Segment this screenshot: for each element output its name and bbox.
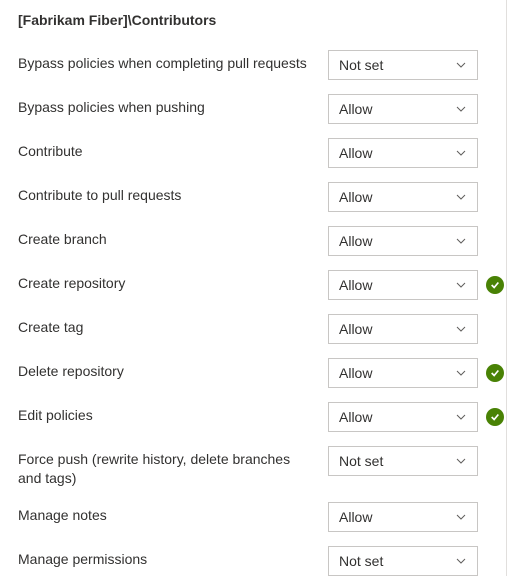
chevron-down-icon bbox=[455, 279, 467, 291]
chevron-down-icon bbox=[455, 367, 467, 379]
permission-value: Allow bbox=[339, 409, 372, 425]
chevron-down-icon bbox=[455, 455, 467, 467]
permission-value: Allow bbox=[339, 101, 372, 117]
chevron-down-icon bbox=[455, 411, 467, 423]
permission-row: Create branch Allow bbox=[18, 226, 517, 256]
permission-label: Manage notes bbox=[18, 502, 328, 525]
chevron-down-icon bbox=[455, 147, 467, 159]
permission-select[interactable]: Allow bbox=[328, 270, 478, 300]
chevron-down-icon bbox=[455, 511, 467, 523]
permission-select[interactable]: Allow bbox=[328, 182, 478, 212]
permission-label: Create branch bbox=[18, 226, 328, 249]
permission-select[interactable]: Not set bbox=[328, 546, 478, 576]
permission-value: Not set bbox=[339, 57, 383, 73]
permission-label: Bypass policies when pushing bbox=[18, 94, 328, 117]
permission-label: Bypass policies when completing pull req… bbox=[18, 50, 328, 73]
permission-value: Not set bbox=[339, 453, 383, 469]
permission-label: Contribute to pull requests bbox=[18, 182, 328, 205]
permission-row: Bypass policies when completing pull req… bbox=[18, 50, 517, 80]
permission-row: Contribute to pull requests Allow bbox=[18, 182, 517, 212]
inherited-check-icon bbox=[486, 364, 504, 382]
chevron-down-icon bbox=[455, 323, 467, 335]
permission-select[interactable]: Allow bbox=[328, 226, 478, 256]
permission-value: Allow bbox=[339, 509, 372, 525]
permission-row: Bypass policies when pushing Allow bbox=[18, 94, 517, 124]
inherited-check-icon bbox=[486, 276, 504, 294]
chevron-down-icon bbox=[455, 191, 467, 203]
permission-value: Allow bbox=[339, 189, 372, 205]
permission-select[interactable]: Not set bbox=[328, 446, 478, 476]
permission-value: Not set bbox=[339, 553, 383, 569]
permission-select[interactable]: Allow bbox=[328, 94, 478, 124]
permission-row: Contribute Allow bbox=[18, 138, 517, 168]
chevron-down-icon bbox=[455, 103, 467, 115]
permission-row: Edit policies Allow bbox=[18, 402, 517, 432]
permission-label: Manage permissions bbox=[18, 546, 328, 569]
divider-right bbox=[506, 0, 507, 576]
inherited-check-icon bbox=[486, 408, 504, 426]
permission-row: Force push (rewrite history, delete bran… bbox=[18, 446, 517, 488]
permission-label: Create repository bbox=[18, 270, 328, 293]
chevron-down-icon bbox=[455, 235, 467, 247]
panel-header: [Fabrikam Fiber]\Contributors bbox=[18, 12, 517, 28]
chevron-down-icon bbox=[455, 59, 467, 71]
permission-value: Allow bbox=[339, 321, 372, 337]
permission-select[interactable]: Not set bbox=[328, 50, 478, 80]
permission-label: Force push (rewrite history, delete bran… bbox=[18, 446, 328, 488]
permissions-panel: [Fabrikam Fiber]\Contributors Bypass pol… bbox=[0, 0, 517, 576]
permission-label: Create tag bbox=[18, 314, 328, 337]
permission-select[interactable]: Allow bbox=[328, 358, 478, 388]
permission-value: Allow bbox=[339, 365, 372, 381]
permission-value: Allow bbox=[339, 277, 372, 293]
permission-row: Manage notes Allow bbox=[18, 502, 517, 532]
permission-value: Allow bbox=[339, 145, 372, 161]
permission-label: Contribute bbox=[18, 138, 328, 161]
chevron-down-icon bbox=[455, 555, 467, 567]
permission-row: Create repository Allow bbox=[18, 270, 517, 300]
permission-select[interactable]: Allow bbox=[328, 402, 478, 432]
permission-select[interactable]: Allow bbox=[328, 138, 478, 168]
permission-label: Edit policies bbox=[18, 402, 328, 425]
permission-value: Allow bbox=[339, 233, 372, 249]
permission-row: Manage permissions Not set bbox=[18, 546, 517, 576]
permission-row: Create tag Allow bbox=[18, 314, 517, 344]
permission-select[interactable]: Allow bbox=[328, 314, 478, 344]
permission-label: Delete repository bbox=[18, 358, 328, 381]
permission-select[interactable]: Allow bbox=[328, 502, 478, 532]
permission-row: Delete repository Allow bbox=[18, 358, 517, 388]
